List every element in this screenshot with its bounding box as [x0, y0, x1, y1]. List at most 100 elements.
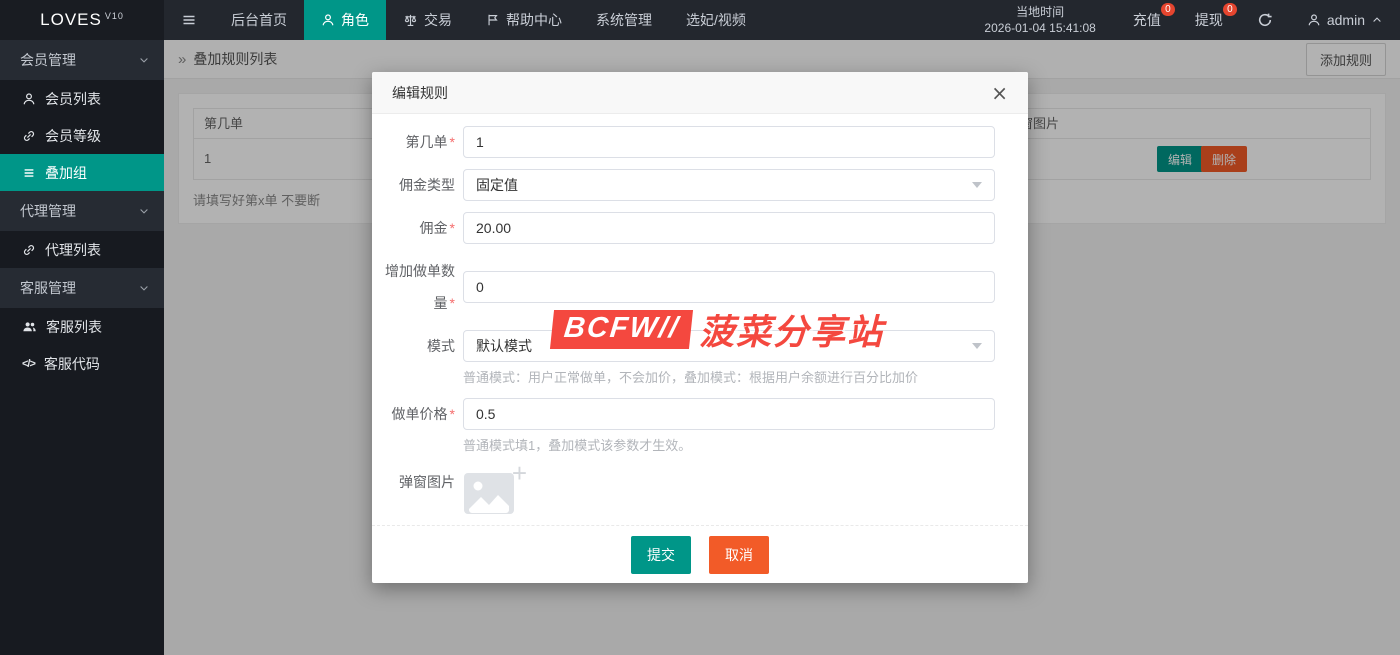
person-icon [321, 13, 335, 27]
form-row-order-no: 第几单 * [372, 126, 995, 158]
nav-item-video[interactable]: 选妃/视频 [669, 0, 763, 40]
app-logo-version: V10 [104, 11, 124, 21]
admin-label: admin [1326, 12, 1365, 28]
recharge-badge: 0 [1160, 3, 1175, 16]
local-time-value: 2026-01-04 15:41:08 [984, 21, 1096, 35]
app-logo[interactable]: LOVES V10 [0, 0, 164, 40]
mode-select[interactable]: 默认模式 [463, 330, 995, 362]
order-no-input[interactable] [463, 126, 995, 158]
plus-icon: + [511, 458, 527, 488]
modal-body: 第几单* 佣金类型 固定值 佣金* 增加做单数量* 模式 [372, 114, 1028, 525]
sidebar-section-members[interactable]: 会员管理 [0, 40, 164, 80]
sidebar-item-agent-list-label: 代理列表 [45, 241, 101, 258]
refresh-button[interactable] [1240, 0, 1290, 40]
modal-header: 编辑规则 × [372, 72, 1028, 114]
nav-item-roles[interactable]: 角色 [304, 0, 386, 40]
close-icon[interactable]: × [991, 83, 1008, 103]
sidebar-section-agents[interactable]: 代理管理 [0, 191, 164, 231]
person-icon [22, 92, 36, 106]
add-order-count-label: 增加做单数量 * [385, 263, 455, 311]
commission-type-label: 佣金类型 [399, 177, 455, 193]
chevron-up-icon [1371, 14, 1383, 26]
sidebar-item-support-code-label: 客服代码 [43, 355, 100, 372]
person-icon [1307, 13, 1321, 27]
required-mark: * [449, 134, 455, 150]
order-price-label: 做单价格 * [391, 406, 455, 422]
code-icon: </> [22, 357, 36, 370]
sidebar-item-support-list[interactable]: 客服列表 [0, 308, 164, 345]
image-placeholder-icon [464, 473, 514, 514]
sidebar-item-support-list-label: 客服列表 [46, 318, 102, 335]
page: LOVES V10 后台首页 角色 交易 帮助中心 系统管理 选妃/视频 当地时… [0, 0, 1400, 655]
sidebar-toggle-button[interactable] [164, 0, 214, 40]
withdraw-badge: 0 [1222, 3, 1237, 16]
required-mark: * [449, 220, 455, 236]
form-row-commission-type: 佣金类型 固定值 [372, 169, 995, 201]
withdraw-button[interactable]: 提现 0 [1178, 0, 1240, 40]
form-row-popup-image: 弹窗图片 + 删除图片 [372, 460, 995, 525]
mode-value: 默认模式 [476, 338, 532, 354]
order-price-hint: 普通模式填1，叠加模式该参数才生效。 [463, 438, 692, 453]
modal-title: 编辑规则 [392, 84, 448, 101]
form-row-add-order-count: 增加做单数量 * [372, 255, 995, 319]
sidebar-item-member-list-label: 会员列表 [45, 90, 101, 107]
sidebar-item-member-level-label: 会员等级 [45, 127, 101, 144]
commission-input[interactable] [463, 212, 995, 244]
nav-item-help-center-label: 帮助中心 [506, 12, 562, 28]
hamburger-icon [181, 12, 197, 28]
add-order-count-input[interactable] [463, 271, 995, 303]
chevron-down-icon [138, 205, 150, 217]
nav-item-trade[interactable]: 交易 [386, 0, 469, 40]
scales-icon [403, 13, 418, 28]
sidebar-section-agents-label: 代理管理 [20, 203, 76, 219]
sidebar-item-member-list[interactable]: 会员列表 [0, 80, 164, 117]
cancel-button[interactable]: 取消 [709, 535, 769, 574]
mode-hint: 普通模式：用户正常做单，不会加价，叠加模式：根据用户余额进行百分比加价 [463, 370, 919, 385]
link-icon [22, 243, 36, 257]
form-row-commission: 佣金 * [372, 212, 995, 244]
nav-item-help-center[interactable]: 帮助中心 [469, 0, 579, 40]
sidebar-item-stack-group-label: 叠加组 [45, 164, 87, 181]
recharge-label: 充值 [1132, 12, 1161, 28]
form-row-order-price: 做单价格 * [372, 398, 995, 430]
order-price-input[interactable] [463, 398, 995, 430]
order-no-label: 第几单 * [405, 134, 455, 150]
commission-type-value: 固定值 [476, 177, 518, 193]
app-logo-text: LOVES [40, 10, 102, 29]
flag-icon [486, 13, 500, 27]
nav-item-home-label: 后台首页 [231, 12, 287, 28]
commission-type-select[interactable]: 固定值 [463, 169, 995, 201]
mode-label: 模式 [427, 338, 455, 354]
users-icon [22, 319, 37, 334]
sidebar-item-member-level[interactable]: 会员等级 [0, 117, 164, 154]
sidebar-section-support-label: 客服管理 [20, 280, 76, 296]
required-mark: * [449, 406, 455, 422]
withdraw-label: 提现 [1194, 12, 1223, 28]
sidebar-item-agent-list[interactable]: 代理列表 [0, 231, 164, 268]
submit-button[interactable]: 提交 [631, 535, 691, 574]
popup-image-label: 弹窗图片 [399, 474, 455, 490]
local-time: 当地时间 2026-01-04 15:41:08 [964, 0, 1115, 40]
commission-label: 佣金 * [419, 220, 455, 236]
caret-down-icon [972, 343, 982, 349]
image-upload-placeholder[interactable]: + [463, 460, 529, 524]
nav-item-home[interactable]: 后台首页 [214, 0, 304, 40]
admin-menu[interactable]: admin [1290, 0, 1400, 40]
refresh-icon [1257, 12, 1273, 28]
nav-item-system-label: 系统管理 [596, 12, 652, 28]
sidebar-section-members-label: 会员管理 [20, 52, 76, 68]
sidebar: 会员管理 会员列表 会员等级 叠加组 代理管理 代理列表 客服管理 客服列表 <… [0, 40, 164, 655]
sidebar-section-support[interactable]: 客服管理 [0, 268, 164, 308]
nav-item-system[interactable]: 系统管理 [579, 0, 669, 40]
local-time-label: 当地时间 [1016, 5, 1065, 19]
required-mark: * [449, 295, 455, 311]
recharge-button[interactable]: 充值 0 [1116, 0, 1178, 40]
list-icon [22, 166, 36, 180]
sidebar-item-support-code[interactable]: </> 客服代码 [0, 345, 164, 382]
top-navbar: LOVES V10 后台首页 角色 交易 帮助中心 系统管理 选妃/视频 当地时… [0, 0, 1400, 40]
sidebar-item-stack-group[interactable]: 叠加组 [0, 154, 164, 191]
caret-down-icon [972, 182, 982, 188]
chevron-down-icon [138, 54, 150, 66]
popup-image-area: + 删除图片 [463, 460, 529, 525]
modal-footer: 提交 取消 [372, 525, 1028, 583]
